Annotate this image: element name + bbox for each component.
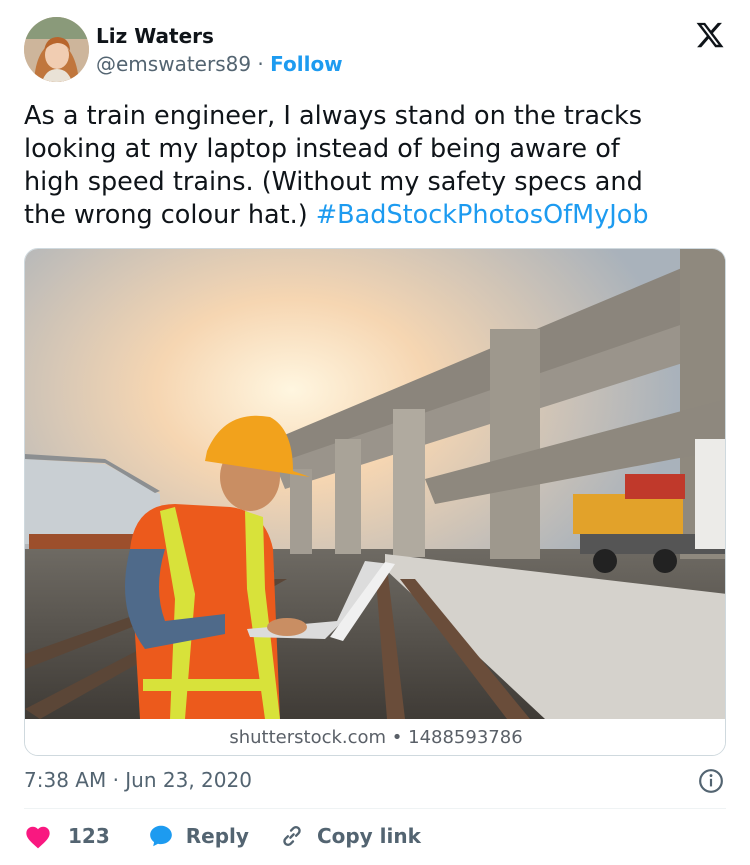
copy-link-label: Copy link [316,824,421,848]
link-icon [283,825,301,847]
hashtag-link[interactable]: #BadStockPhotosOfMyJob [316,200,649,230]
tweet-text-line-1: As a train engineer, I always stand on t… [24,101,643,131]
reply-button[interactable]: Reply [148,823,249,849]
author-name[interactable]: Liz Waters [96,24,214,48]
tweet-text-line-4-text: the wrong colour hat.) [24,200,316,230]
tweet-timestamp[interactable]: 7:38 AM · Jun 23, 2020 [24,768,252,792]
info-icon[interactable] [698,768,724,794]
like-button[interactable]: 123 [24,823,110,849]
reply-label: Reply [185,824,249,848]
reply-bubble-icon [149,825,172,847]
action-bar: 123 Reply Copy link [24,820,421,852]
follow-button[interactable]: Follow [270,52,343,76]
avatar[interactable] [24,17,89,82]
tweet-text-line-4: the wrong colour hat.) #BadStockPhotosOf… [24,199,724,232]
author-handle[interactable]: @emswaters89 [96,52,251,76]
tweet-text: As a train engineer, I always stand on t… [24,100,724,232]
tweet-text-line-3: high speed trains. (Without my safety sp… [24,167,643,197]
tweet-card: Liz Waters @emswaters89 · Follow As a tr… [0,0,750,865]
heart-icon [26,826,50,849]
media-card[interactable]: shutterstock.com • 1488593786 [24,248,726,756]
x-logo-icon[interactable] [694,20,726,50]
author-handle-row: @emswaters89 · Follow [96,52,343,76]
media-caption: shutterstock.com • 1488593786 [25,719,725,755]
like-count: 123 [68,824,110,848]
avatar-image [24,17,89,82]
tweet-text-line-2: looking at my laptop instead of being aw… [24,134,620,164]
copy-link-button[interactable]: Copy link [279,823,421,849]
stock-photo [25,249,725,719]
handle-separator: · [251,52,271,76]
divider [24,808,726,809]
